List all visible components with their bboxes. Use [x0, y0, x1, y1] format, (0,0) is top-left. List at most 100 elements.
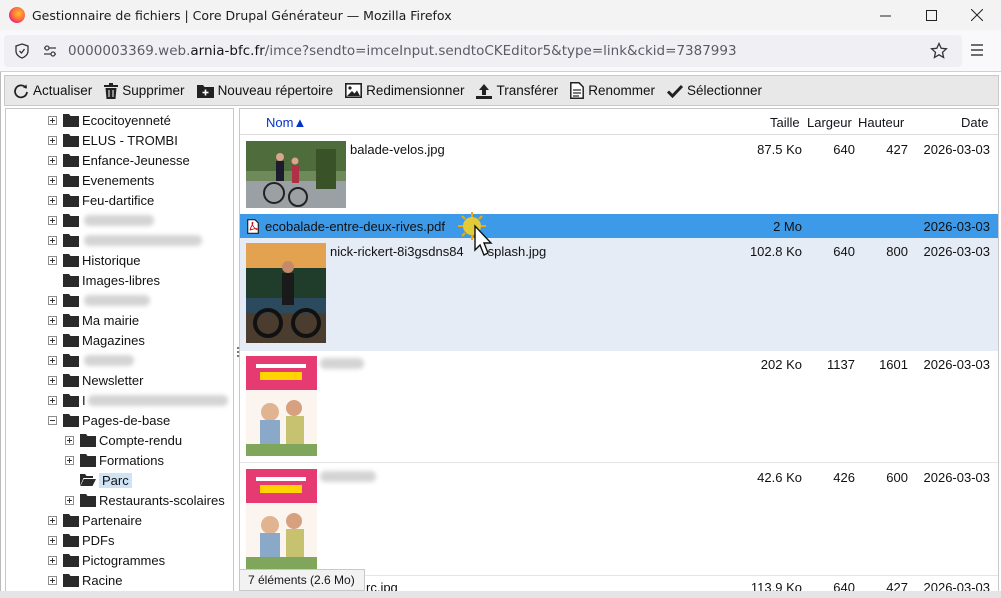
tree-item[interactable]: [48, 290, 150, 310]
file-name[interactable]: balade-velos.jpg: [350, 142, 445, 157]
refresh-button[interactable]: Actualiser: [10, 78, 97, 104]
shield-icon[interactable]: [14, 43, 30, 59]
folder-plus-icon: [196, 85, 214, 98]
tree-item[interactable]: Racine: [48, 570, 122, 590]
column-height-header[interactable]: Hauteur: [858, 115, 904, 130]
folder-icon: [80, 434, 96, 447]
expand-icon[interactable]: [48, 355, 57, 365]
file-row[interactable]: nick-rickert-8i3gsdns84 splash.jpg 102.8 …: [240, 238, 998, 351]
expand-icon[interactable]: [48, 375, 57, 385]
tree-item[interactable]: Partenaire: [48, 510, 142, 530]
expand-icon[interactable]: [48, 155, 57, 165]
tree-item[interactable]: Magazines: [48, 330, 145, 350]
file-name-blurred[interactable]: [320, 470, 376, 485]
file-row[interactable]: 42.6 Ko 426 600 2026-03-03: [240, 464, 998, 576]
maximize-button[interactable]: [908, 0, 954, 30]
tree-item[interactable]: ELUS - TROMBI: [48, 130, 178, 150]
tree-item[interactable]: Enfance-Jeunesse: [48, 150, 190, 170]
rename-label: Renommer: [588, 83, 655, 98]
tree-item-label: Pictogrammes: [82, 552, 166, 568]
file-row-selected[interactable]: ecobalade-entre-deux-rives.pdf 2 Mo 2026…: [240, 214, 998, 238]
tree-item[interactable]: Images-libres: [48, 270, 160, 290]
delete-button[interactable]: Supprimer: [101, 78, 189, 104]
column-size-header[interactable]: Taille: [770, 115, 800, 130]
window-titlebar: Gestionnaire de fichiers | Core Drupal G…: [0, 0, 1001, 30]
select-button[interactable]: Sélectionner: [664, 78, 767, 104]
expand-icon[interactable]: [65, 495, 74, 505]
folder-tree: Ecocitoyenneté ELUS - TROMBI Enfance-Jeune…: [5, 108, 234, 592]
tree-item[interactable]: Evenements: [48, 170, 154, 190]
folder-icon: [63, 314, 79, 327]
column-name-header[interactable]: Nom▲: [266, 115, 306, 130]
tree-item-label: Parc: [99, 472, 132, 488]
expand-icon[interactable]: [65, 455, 74, 465]
column-date-header[interactable]: Date: [961, 115, 988, 130]
expand-icon[interactable]: [48, 295, 57, 305]
tree-item-label: Historique: [82, 252, 141, 268]
expand-icon[interactable]: [48, 555, 57, 565]
redacted-label: [84, 234, 202, 246]
collapse-icon[interactable]: [48, 415, 57, 425]
navigation-bar: 0000003369.web.arnia-bfc.fr/imce?sendto=…: [0, 30, 1001, 72]
tree-item[interactable]: Formations: [65, 450, 164, 470]
new-folder-button[interactable]: Nouveau répertoire: [194, 78, 339, 104]
expand-icon[interactable]: [48, 335, 57, 345]
tree-item[interactable]: [48, 230, 202, 250]
tree-item[interactable]: Ma mairie: [48, 310, 139, 330]
tree-item[interactable]: Parc: [65, 470, 132, 490]
tree-item[interactable]: Historique: [48, 250, 141, 270]
expand-icon[interactable]: [48, 315, 57, 325]
expand-icon[interactable]: [48, 235, 57, 245]
close-button[interactable]: [954, 0, 1000, 30]
file-name[interactable]: ecobalade-entre-deux-rives.pdf: [265, 219, 445, 234]
file-thumbnail: [246, 356, 317, 456]
file-row[interactable]: 202 Ko 1137 1601 2026-03-03: [240, 351, 998, 463]
expand-icon[interactable]: [48, 195, 57, 205]
expand-icon[interactable]: [48, 575, 57, 585]
file-name[interactable]: nick-rickert-8i3gsdns84 splash.jpg: [330, 244, 546, 259]
expand-icon[interactable]: [48, 255, 57, 265]
file-name-blurred[interactable]: [320, 357, 364, 372]
site-permissions-icon[interactable]: [42, 43, 58, 59]
expand-icon[interactable]: [65, 435, 74, 445]
rename-button[interactable]: Renommer: [567, 78, 660, 104]
tree-item[interactable]: [48, 210, 154, 230]
resize-button[interactable]: Redimensionner: [342, 78, 469, 104]
tree-item-label: Enfance-Jeunesse: [82, 152, 190, 168]
tree-item[interactable]: PDFs: [48, 530, 115, 550]
url-text[interactable]: 0000003369.web.arnia-bfc.fr/imce?sendto=…: [68, 43, 737, 59]
pdf-file-icon: [247, 219, 259, 234]
expand-icon[interactable]: [48, 515, 57, 525]
tree-item[interactable]: I: [48, 390, 228, 410]
expand-icon[interactable]: [48, 535, 57, 545]
file-width: 426: [833, 470, 855, 485]
tree-item[interactable]: Feu-dartifice: [48, 190, 154, 210]
upload-button[interactable]: Transférer: [473, 78, 563, 104]
folder-icon: [80, 494, 96, 507]
column-width-header[interactable]: Largeur: [807, 115, 852, 130]
tree-item[interactable]: Pages-de-base: [48, 410, 170, 430]
tree-item[interactable]: Ecocitoyenneté: [48, 110, 171, 130]
tree-item[interactable]: Restaurants-scolaires: [65, 490, 225, 510]
expand-icon[interactable]: [48, 175, 57, 185]
menu-hamburger-icon[interactable]: [970, 43, 984, 57]
tree-item[interactable]: Pictogrammes: [48, 550, 165, 570]
image-icon: [345, 83, 363, 98]
folder-icon: [63, 514, 79, 527]
tree-item-label: ELUS - TROMBI: [82, 132, 178, 148]
expand-icon[interactable]: [48, 115, 57, 125]
url-bar[interactable]: 0000003369.web.arnia-bfc.fr/imce?sendto=…: [4, 35, 962, 67]
tree-item[interactable]: Newsletter: [48, 370, 143, 390]
folder-icon: [63, 394, 79, 407]
redacted-label: [84, 354, 134, 366]
folder-icon: [63, 134, 79, 147]
minimize-button[interactable]: [862, 0, 908, 30]
bookmark-star-icon[interactable]: [930, 42, 948, 60]
expand-icon[interactable]: [48, 135, 57, 145]
expand-icon[interactable]: [48, 215, 57, 225]
file-list-header: Nom▲ Taille Largeur Hauteur Date: [240, 109, 998, 135]
file-row[interactable]: balade-velos.jpg 87.5 Ko 640 427 2026-03…: [240, 136, 998, 214]
expand-icon[interactable]: [48, 395, 57, 405]
tree-item[interactable]: Compte-rendu: [65, 430, 182, 450]
tree-item[interactable]: [48, 350, 134, 370]
